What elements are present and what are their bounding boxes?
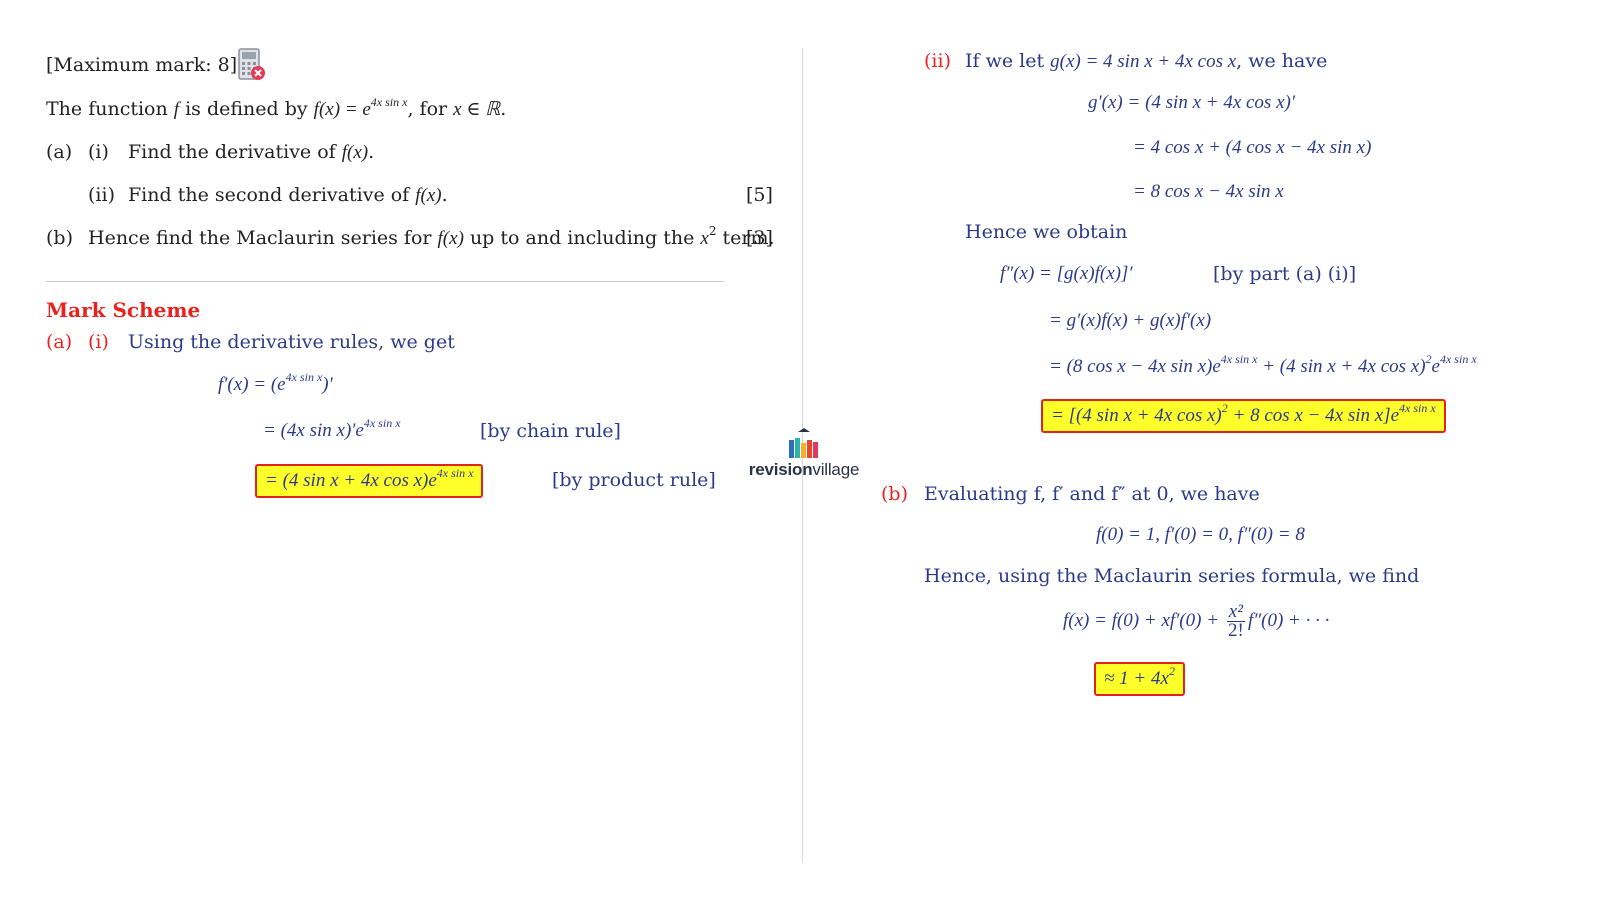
part-a-ii-label: (ii) xyxy=(88,184,115,206)
part-b-label: (b) xyxy=(46,227,73,249)
ms-b-values: f(0) = 1, f′(0) = 0, f″(0) = 8 xyxy=(1096,524,1305,545)
revision-village-logo: revisionvillage xyxy=(744,428,864,488)
ms-eq1: f′(x) = (e4x sin x)′ xyxy=(218,370,333,395)
part-b-text: Hence find the Maclaurin series for f(x)… xyxy=(88,224,775,249)
product-rule-note: [by product rule] xyxy=(552,469,716,491)
mark-scheme-heading: Mark Scheme xyxy=(46,298,201,322)
ms-a-label: (a) xyxy=(46,331,73,353)
ms-g3: = 8 cos x − 4x sin x xyxy=(1133,181,1284,202)
logo-bars-icon xyxy=(787,428,821,458)
part-a-marks: [5] xyxy=(746,184,773,206)
answer-second-derivative: = [(4 sin x + 4x cos x)2 + 8 cos x − 4x … xyxy=(1041,399,1446,433)
part-a-label: (a) xyxy=(46,141,73,163)
ms-f3: = (8 cos x − 4x sin x)e4x sin x + (4 sin… xyxy=(1049,352,1477,377)
fraction: x² 2! xyxy=(1226,601,1245,641)
part-a-ii-text: Find the second derivative of f(x). xyxy=(128,184,448,206)
question-intro: The function f is defined by f(x) = e4x … xyxy=(46,95,507,120)
no-calculator-icon xyxy=(238,48,266,82)
part-a-i-text: Find the derivative of f(x). xyxy=(128,141,375,163)
ms-g1: g′(x) = (4 sin x + 4x cos x)′ xyxy=(1088,92,1295,113)
ms-f1: f″(x) = [g(x)f(x)]′ xyxy=(1000,263,1133,284)
ms-b-hence: Hence, using the Maclaurin series formul… xyxy=(924,565,1420,587)
answer-maclaurin: ≈ 1 + 4x2 xyxy=(1094,662,1185,696)
ms-b-label: (b) xyxy=(881,483,908,505)
ms-i-label: (i) xyxy=(88,331,109,353)
part-b-marks: [3] xyxy=(746,227,773,249)
ms-g2: = 4 cos x + (4 cos x − 4x sin x) xyxy=(1133,137,1372,158)
ms-b-text: Evaluating f, f′ and f″ at 0, we have xyxy=(924,483,1260,505)
ms-ii-text: If we let g(x) = 4 sin x + 4x cos x, we … xyxy=(965,50,1328,72)
part-a-i-label: (i) xyxy=(88,141,109,163)
answer-first-derivative: = (4 sin x + 4x cos x)e4x sin x xyxy=(255,464,484,498)
ms-eq2: = (4x sin x)′e4x sin x xyxy=(263,416,401,441)
part-ref-note: [by part (a) (i)] xyxy=(1213,263,1357,285)
ms-f2: = g′(x)f(x) + g(x)f′(x) xyxy=(1049,310,1212,331)
logo-wordmark: revisionvillage xyxy=(748,460,860,479)
chain-rule-note: [by chain rule] xyxy=(480,420,621,442)
ms-hence: Hence we obtain xyxy=(965,221,1128,243)
ms-maclaurin: f(x) = f(0) + xf′(0) + x² 2! f″(0) + · · · xyxy=(1063,601,1330,641)
section-divider xyxy=(46,281,724,282)
ms-ii-label: (ii) xyxy=(924,50,951,72)
max-mark: [Maximum mark: 8] xyxy=(46,54,238,76)
ms-i-text: Using the derivative rules, we get xyxy=(128,331,455,353)
